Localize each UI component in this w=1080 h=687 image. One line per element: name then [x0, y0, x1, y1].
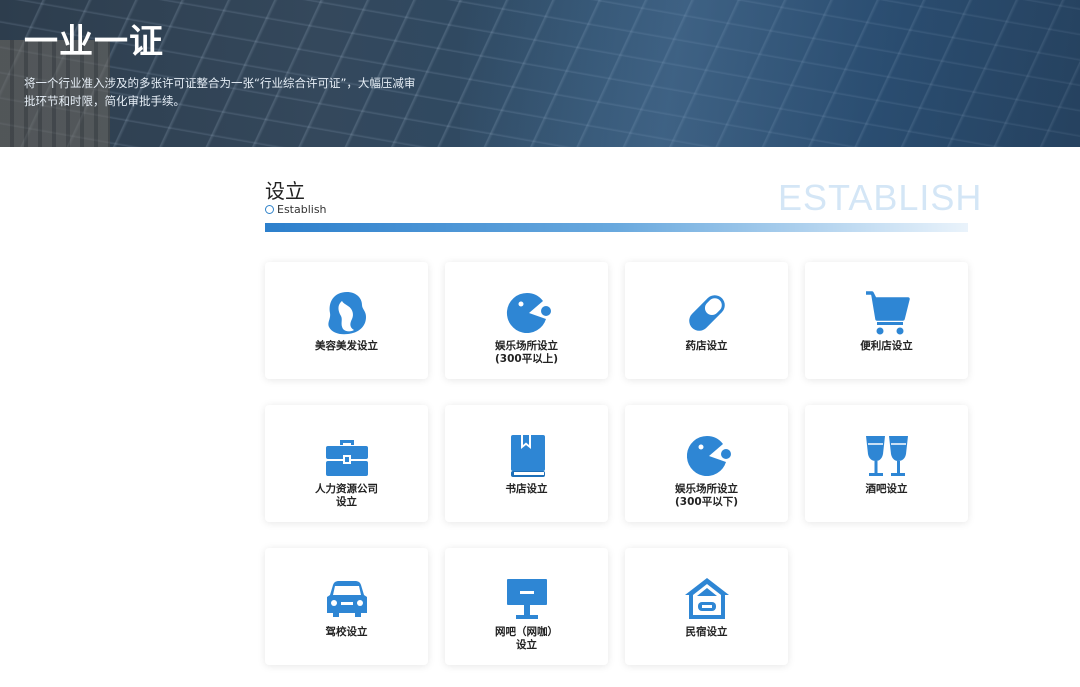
- pill-icon: [683, 289, 731, 337]
- card-label: 网吧（网咖） 设立: [495, 626, 558, 651]
- card-beauty-salon[interactable]: 美容美发设立: [265, 262, 428, 379]
- pacman-icon: [683, 432, 731, 480]
- beauty-salon-icon: [323, 289, 371, 337]
- card-label: 人力资源公司 设立: [315, 483, 378, 508]
- book-icon: [503, 432, 551, 480]
- card-convenience-store[interactable]: 便利店设立: [805, 262, 968, 379]
- car-icon: [323, 575, 371, 623]
- card-label: 民宿设立: [685, 626, 728, 638]
- section-divider: [265, 223, 968, 232]
- card-entertainment-large[interactable]: 娱乐场所设立 (300平以上): [445, 262, 608, 379]
- card-label: 驾校设立: [325, 626, 368, 638]
- wine-glasses-icon: [863, 432, 911, 480]
- card-hr-company[interactable]: 人力资源公司 设立: [265, 405, 428, 522]
- card-label: 酒吧设立: [865, 483, 908, 495]
- hero-description: 将一个行业准入涉及的多张许可证整合为一张“行业综合许可证”，大幅压减审批环节和时…: [24, 76, 416, 108]
- card-label: 娱乐场所设立 (300平以上): [494, 340, 558, 365]
- card-label: 药店设立: [685, 340, 728, 352]
- section-watermark: ESTABLISH: [778, 177, 983, 218]
- card-label: 便利店设立: [860, 340, 913, 352]
- card-driving-school[interactable]: 驾校设立: [265, 548, 428, 665]
- page-title: 一业一证: [24, 22, 164, 62]
- section-subtitle: Establish: [265, 203, 327, 216]
- card-label: 娱乐场所设立 (300平以下): [674, 483, 738, 508]
- house-icon: [683, 575, 731, 623]
- card-bar[interactable]: 酒吧设立: [805, 405, 968, 522]
- briefcase-icon: [323, 432, 371, 480]
- card-label: 美容美发设立: [315, 340, 378, 352]
- hero-banner: 一业一证 将一个行业准入涉及的多张许可证整合为一张“行业综合许可证”，大幅压减审…: [0, 0, 1080, 147]
- circle-icon: [265, 205, 274, 214]
- card-bookstore[interactable]: 书店设立: [445, 405, 608, 522]
- card-entertainment-small[interactable]: 娱乐场所设立 (300平以下): [625, 405, 788, 522]
- monitor-icon: [503, 575, 551, 623]
- pacman-icon: [503, 289, 551, 337]
- hero-tower-image: [460, 0, 1080, 147]
- shopping-cart-icon: [863, 289, 911, 337]
- card-pharmacy[interactable]: 药店设立: [625, 262, 788, 379]
- card-label: 书店设立: [505, 483, 548, 495]
- card-homestay[interactable]: 民宿设立: [625, 548, 788, 665]
- card-internet-cafe[interactable]: 网吧（网咖） 设立: [445, 548, 608, 665]
- section-subtitle-text: Establish: [277, 203, 327, 216]
- section-title: 设立: [265, 179, 305, 203]
